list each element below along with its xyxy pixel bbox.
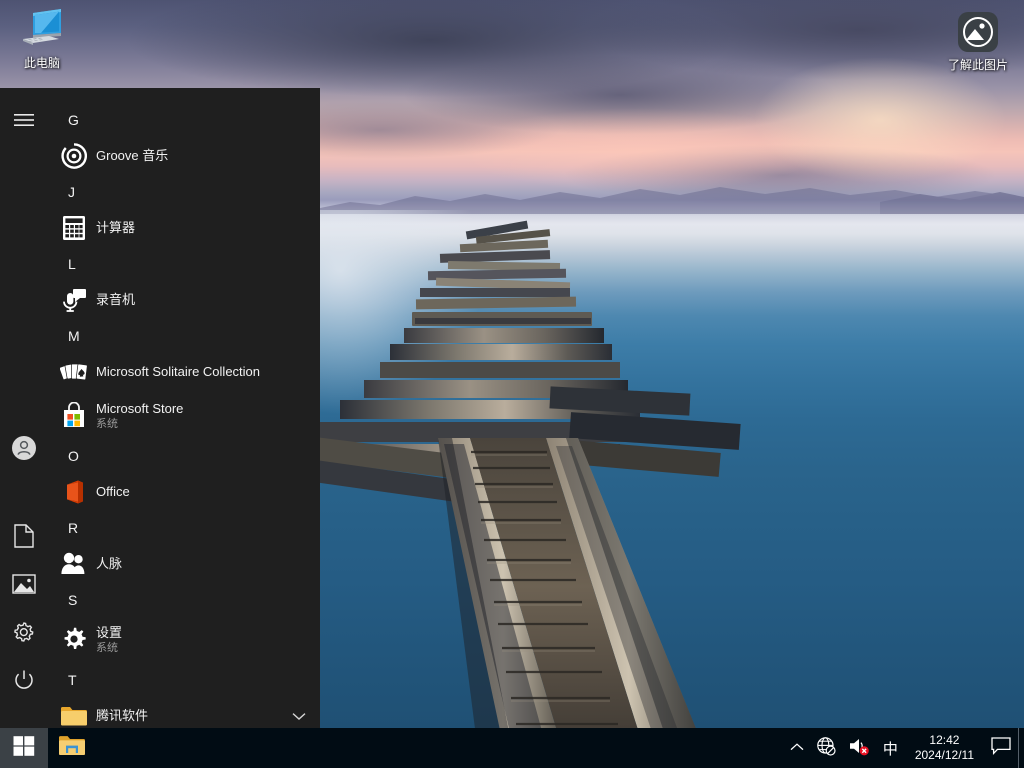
desktop-icon-this-pc[interactable]: 此电脑 (0, 4, 84, 71)
letter-header-j[interactable]: J (48, 176, 320, 208)
folder-icon (52, 700, 96, 728)
app-label: 录音机 (96, 292, 310, 308)
letter-header-o[interactable]: O (48, 440, 320, 472)
app-item-microsoft-solitaire-collection[interactable]: Microsoft Solitaire Collection (48, 352, 320, 392)
taskbar-clock[interactable]: 12:42 2024/12/11 (905, 728, 984, 768)
letter-header-r[interactable]: R (48, 512, 320, 544)
computer-icon (0, 4, 84, 56)
action-center-icon (991, 737, 1011, 760)
document-icon[interactable] (0, 512, 48, 560)
tray-network-button[interactable] (810, 728, 842, 768)
tray-ime-indicator[interactable]: 中 (876, 728, 905, 768)
user-avatar-icon[interactable] (0, 424, 48, 472)
app-label: 设置 (96, 625, 310, 641)
app-label: Microsoft Solitaire Collection (96, 364, 310, 380)
speaker-muted-icon (848, 736, 870, 761)
people-icon (52, 548, 96, 580)
app-label: 计算器 (96, 220, 310, 236)
spotlight-picture-icon (936, 6, 1020, 58)
app-item-groove-music[interactable]: Groove 音乐 (48, 136, 320, 176)
chevron-down-icon[interactable] (288, 712, 310, 721)
tray-overflow-button[interactable] (784, 728, 810, 768)
groove-music-icon (52, 140, 96, 172)
start-button[interactable] (0, 728, 48, 768)
letter-header-l[interactable]: L (48, 248, 320, 280)
gear-icon (52, 624, 96, 656)
app-label: Microsoft Store (96, 401, 310, 417)
start-menu-rail[interactable] (0, 88, 48, 728)
clock-date: 2024/12/11 (915, 748, 974, 763)
system-tray[interactable]: 中 12:42 2024/12/11 (784, 728, 1024, 768)
letter-header-t[interactable]: T (48, 664, 320, 696)
pier-photo-subject (320, 200, 1024, 768)
start-menu-app-list[interactable]: G Groove 音乐 J (48, 88, 320, 728)
voice-recorder-icon (52, 284, 96, 316)
action-center-button[interactable] (984, 728, 1018, 768)
file-explorer-icon (58, 734, 86, 763)
clock-time: 12:42 (929, 733, 959, 748)
calculator-icon (52, 212, 96, 244)
chevron-up-icon (790, 739, 804, 757)
gear-icon[interactable] (0, 608, 48, 656)
app-item-voice-recorder[interactable]: 录音机 (48, 280, 320, 320)
tray-volume-button[interactable] (842, 728, 876, 768)
start-menu[interactable]: G Groove 音乐 J (0, 88, 320, 728)
windows-logo-icon (13, 735, 35, 762)
taskbar-file-explorer[interactable] (48, 728, 96, 768)
network-globe-disconnected-icon (816, 736, 836, 761)
power-icon[interactable] (0, 656, 48, 704)
desktop[interactable]: 此电脑 了解此图片 (0, 0, 1024, 768)
office-icon (52, 476, 96, 508)
app-item-settings[interactable]: 设置 系统 (48, 616, 320, 664)
app-sublabel: 系统 (96, 417, 310, 431)
app-label: Groove 音乐 (96, 148, 310, 164)
taskbar[interactable]: 中 12:42 2024/12/11 (0, 728, 1024, 768)
letter-header-g[interactable]: G (48, 104, 320, 136)
solitaire-cards-icon (52, 356, 96, 388)
app-label: 腾讯软件 (96, 708, 288, 724)
app-item-office[interactable]: Office (48, 472, 320, 512)
picture-icon[interactable] (0, 560, 48, 608)
microsoft-store-icon (52, 400, 96, 432)
show-desktop-button[interactable] (1018, 728, 1024, 768)
app-label: 人脉 (96, 556, 310, 572)
ime-chinese-icon: 中 (883, 738, 898, 759)
app-label: Office (96, 484, 310, 500)
hamburger-menu-icon[interactable] (0, 96, 48, 144)
desktop-icon-label: 了解此图片 (936, 58, 1020, 73)
app-sublabel: 系统 (96, 641, 310, 655)
desktop-icon-spotlight[interactable]: 了解此图片 (936, 6, 1020, 73)
letter-header-m[interactable]: M (48, 320, 320, 352)
app-item-microsoft-store[interactable]: Microsoft Store 系统 (48, 392, 320, 440)
app-item-calculator[interactable]: 计算器 (48, 208, 320, 248)
app-item-people[interactable]: 人脉 (48, 544, 320, 584)
letter-header-s[interactable]: S (48, 584, 320, 616)
app-item-tencent-folder[interactable]: 腾讯软件 (48, 696, 320, 728)
desktop-icon-label: 此电脑 (0, 56, 84, 71)
